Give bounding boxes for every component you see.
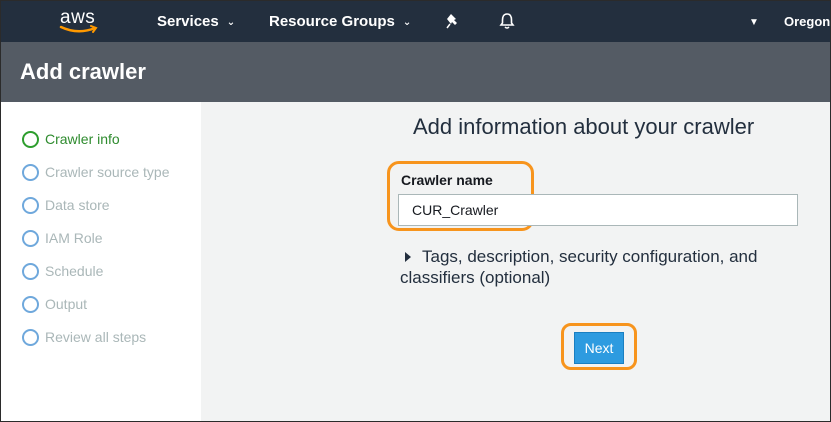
expander-label: Tags, description, security configuratio…: [400, 247, 758, 287]
main-content: Add information about your crawler Crawl…: [201, 102, 830, 421]
bell-icon[interactable]: [499, 12, 515, 35]
step-circle-icon: [22, 197, 39, 214]
step-label: IAM Role: [45, 230, 103, 246]
step-circle-icon: [22, 164, 39, 181]
crawler-name-input[interactable]: [398, 194, 798, 226]
aws-smile-icon: [59, 25, 98, 33]
step-label: Data store: [45, 197, 110, 213]
section-heading: Add information about your crawler: [413, 114, 755, 139]
region-selector[interactable]: Oregon: [784, 14, 830, 29]
window-frame: aws Services ⌄ Resource Groups ⌄ ▼ Orego…: [0, 0, 831, 422]
step-circle-icon: [22, 131, 39, 148]
step-circle-icon: [22, 263, 39, 280]
step-label: Output: [45, 296, 88, 312]
optional-settings-expander[interactable]: Tags, description, security configuratio…: [400, 246, 800, 288]
pin-icon[interactable]: [446, 13, 460, 34]
services-menu[interactable]: Services ⌄: [157, 13, 235, 30]
page-title: Add crawler: [20, 59, 146, 84]
resource-groups-label: Resource Groups: [269, 13, 395, 30]
next-button[interactable]: Next: [574, 332, 624, 364]
step-label: Crawler info: [45, 131, 120, 147]
wizard-steps-sidebar: Crawler info Crawler source type Data st…: [1, 102, 201, 421]
aws-logo[interactable]: aws: [58, 7, 102, 37]
crawler-name-label: Crawler name: [401, 172, 493, 188]
top-nav: aws Services ⌄ Resource Groups ⌄ ▼ Orego…: [1, 1, 830, 42]
step-label: Review all steps: [45, 329, 147, 345]
step-label: Crawler source type: [45, 164, 170, 180]
resource-groups-menu[interactable]: Resource Groups ⌄: [269, 13, 411, 30]
step-label: Schedule: [45, 263, 104, 279]
caret-down-icon[interactable]: ▼: [749, 17, 759, 28]
step-circle-icon: [22, 296, 39, 313]
step-circle-icon: [22, 329, 39, 346]
services-label: Services: [157, 13, 219, 30]
title-bar: Add crawler: [1, 42, 830, 102]
chevron-down-icon: ⌄: [226, 17, 236, 28]
step-circle-icon: [22, 230, 39, 247]
chevron-down-icon: ⌄: [402, 17, 412, 28]
caret-right-icon: [405, 252, 411, 263]
